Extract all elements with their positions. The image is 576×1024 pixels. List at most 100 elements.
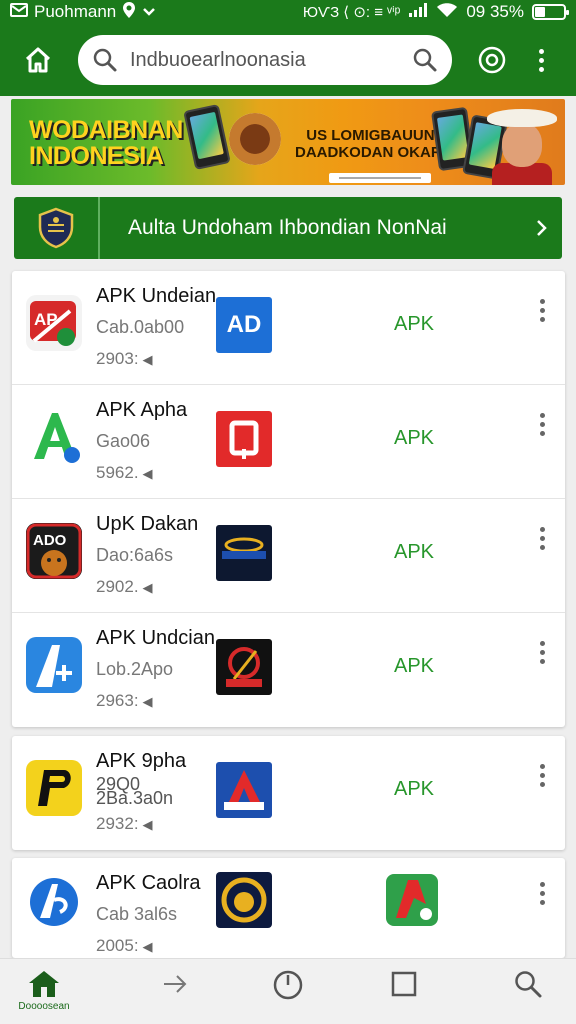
search-input[interactable]: Indbuoearlnoonasia bbox=[130, 49, 412, 72]
p-yellow-icon bbox=[26, 760, 82, 816]
more-options-button[interactable] bbox=[530, 295, 554, 325]
app-developer: Cab 3al6s bbox=[96, 904, 178, 924]
wifi-icon bbox=[436, 2, 458, 23]
more-options-button[interactable] bbox=[530, 878, 554, 908]
apk-tag: APK bbox=[394, 313, 435, 335]
app-name: UpK Dakan bbox=[96, 513, 199, 535]
home-button[interactable] bbox=[14, 36, 62, 84]
app-developer: Lob.2Apo bbox=[96, 659, 174, 679]
app-developer: Dao:6a6s bbox=[96, 545, 174, 565]
list-item[interactable]: AP APK Undeian Cab.0ab00 2903: ◀ AD APK bbox=[12, 271, 565, 385]
battery-percent: 09 35% bbox=[466, 2, 524, 21]
banner-subtitle-line1: US LOMIGBAUUN bbox=[306, 127, 435, 144]
overflow-menu-button[interactable] bbox=[526, 40, 556, 80]
app-size: 5962. ◀ bbox=[96, 463, 153, 483]
nav-recents[interactable] bbox=[374, 969, 434, 1013]
app-size: 2005: ◀ bbox=[96, 936, 153, 956]
list-item[interactable]: APK Apha Gao06 5962. ◀ APK bbox=[12, 385, 565, 499]
chevron-right-icon bbox=[537, 220, 547, 236]
search-icon bbox=[515, 971, 542, 998]
download-icon: ◀ bbox=[142, 939, 153, 954]
more-options-button[interactable] bbox=[530, 409, 554, 439]
app-size-value: 5962. bbox=[96, 463, 139, 482]
a-blue-white-icon bbox=[26, 874, 82, 930]
apk-tag: APK bbox=[394, 427, 435, 449]
red-black-logo bbox=[216, 639, 272, 695]
download-icon: ◀ bbox=[142, 352, 153, 367]
list-item[interactable]: APK 9pha 29Q0 2Ba.3a0n 2932: ◀ APK bbox=[12, 736, 565, 850]
promo-banner[interactable]: WODAIBNAN INDONESIA US LOMIGBAUUN DAADKO… bbox=[11, 99, 565, 185]
more-options-button[interactable] bbox=[530, 760, 554, 790]
target-button[interactable] bbox=[472, 40, 512, 80]
banner-title-line1: WODAIBNAN bbox=[29, 116, 183, 144]
apk-red-icon: AP bbox=[26, 295, 82, 351]
location-icon bbox=[122, 1, 136, 24]
app-list-card: APK Caolra Cab 3al6s 2005: ◀ bbox=[12, 858, 565, 958]
nav-forward[interactable] bbox=[145, 969, 205, 1013]
banner-button[interactable] bbox=[329, 173, 431, 183]
nav-power[interactable] bbox=[258, 969, 318, 1013]
more-options-button[interactable] bbox=[530, 637, 554, 667]
clock-icon bbox=[273, 970, 303, 1000]
app-size-value: 2902. bbox=[96, 577, 139, 596]
ado-cookie-icon: ADO bbox=[26, 523, 82, 579]
download-icon: ◀ bbox=[142, 694, 153, 709]
ap-blue-logo: AD bbox=[216, 297, 272, 353]
download-icon: ◀ bbox=[142, 466, 153, 481]
banner-subtitle: US LOMIGBAUUN DAADKODAN OKARI bbox=[295, 127, 446, 161]
app-size-value: 2932: bbox=[96, 814, 139, 833]
mail-icon bbox=[10, 2, 28, 22]
a-blue-icon bbox=[26, 637, 82, 693]
apk-tag: APK bbox=[394, 778, 435, 800]
square-icon bbox=[391, 971, 417, 997]
app-size-value: 2963: bbox=[96, 691, 139, 710]
list-item[interactable]: ADO UpK Dakan Dao:6a6s 2902. ◀ APK bbox=[12, 499, 565, 613]
shield-icon bbox=[38, 207, 74, 249]
a-red-blue-logo bbox=[216, 762, 272, 818]
app-developer: Gao06 bbox=[96, 431, 151, 451]
circle-gold-logo bbox=[216, 872, 272, 928]
app-size: 2902. ◀ bbox=[96, 577, 153, 597]
chevron-down-icon bbox=[142, 2, 156, 22]
app-name: APK Undeian bbox=[96, 285, 217, 307]
download-icon: ◀ bbox=[142, 580, 153, 595]
banner-title-line2: INDONESIA bbox=[29, 142, 164, 170]
home-icon bbox=[29, 971, 59, 997]
app-list-card: APK 9pha 29Q0 2Ba.3a0n 2932: ◀ APK bbox=[12, 736, 565, 850]
app-developer: 2Ba.3a0n bbox=[96, 788, 174, 808]
promo-strip[interactable]: Aulta Undoham Ihbondian NonNai bbox=[14, 197, 562, 259]
nav-home[interactable]: Doooosean bbox=[14, 969, 74, 1013]
list-item[interactable]: APK Caolra Cab 3al6s 2005: ◀ bbox=[12, 858, 565, 958]
promo-label: Aulta Undoham Ihbondian NonNai bbox=[128, 216, 447, 239]
search-icon bbox=[93, 48, 117, 72]
chevron-right-button[interactable] bbox=[522, 218, 562, 238]
signal-icon bbox=[408, 2, 428, 23]
list-item[interactable]: APK Undcian Lob.2Apo 2963: ◀ APK bbox=[12, 613, 565, 727]
arrow-right-icon bbox=[164, 975, 187, 993]
app-name: APK 9pha bbox=[96, 750, 187, 772]
dark-blue-logo bbox=[216, 525, 272, 581]
nav-search[interactable] bbox=[498, 969, 558, 1013]
status-indicators: ЮѴЗ ⟨ ⊙: ≡ ᵛⁱᵖ bbox=[302, 4, 401, 21]
search-bar[interactable]: Indbuoearlnoonasia bbox=[78, 35, 452, 85]
notification-title: Puohmann bbox=[34, 2, 117, 21]
d-red-logo bbox=[216, 411, 272, 467]
search-submit-icon[interactable] bbox=[412, 47, 438, 73]
shield-logo bbox=[14, 197, 100, 259]
app-size-value: 2903: bbox=[96, 349, 139, 368]
more-options-button[interactable] bbox=[530, 523, 554, 553]
apk-tag: APK bbox=[394, 655, 435, 677]
battery-icon bbox=[532, 4, 569, 20]
app-size: 2963: ◀ bbox=[96, 691, 153, 711]
svg-text:ADO: ADO bbox=[33, 532, 67, 549]
banner-title: WODAIBNAN INDONESIA bbox=[29, 117, 183, 169]
app-size-value: 2005: bbox=[96, 936, 139, 955]
a-green-icon bbox=[26, 409, 82, 465]
app-name: APK Apha bbox=[96, 399, 188, 421]
status-bar: Puohmann ЮѴЗ ⟨ ⊙: ≡ ᵛⁱᵖ 09 35% bbox=[0, 0, 576, 24]
apk-tag: APK bbox=[394, 541, 435, 563]
target-icon bbox=[478, 46, 506, 74]
bottom-nav: Doooosean bbox=[0, 958, 576, 1024]
app-developer: Cab.0ab00 bbox=[96, 317, 185, 337]
person-image bbox=[487, 103, 557, 185]
